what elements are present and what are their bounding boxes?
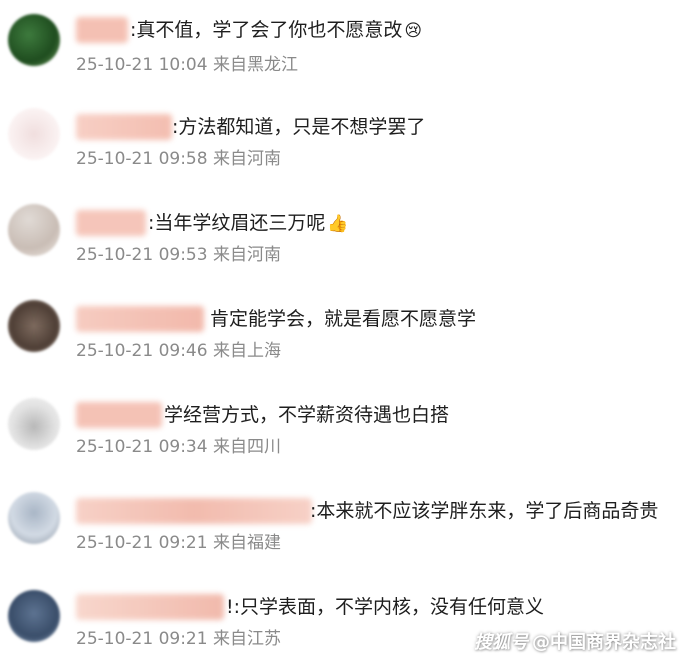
avatar[interactable] [8, 108, 60, 160]
comment-text-content: :方法都知道，只是不想学罢了 [172, 116, 426, 138]
avatar[interactable] [8, 300, 60, 352]
comment-text-content: 学经营方式，不学薪资待遇也白搭 [164, 404, 450, 426]
comment-item: :方法都知道，只是不想学罢了 25-10-21 09:58 来自河南 [0, 96, 690, 192]
comment-text: :方法都知道，只是不想学罢了 [172, 114, 425, 140]
comment-meta: 25-10-21 09:46 来自上海 [76, 341, 281, 361]
comment-item: 肯定能学会，就是看愿不愿意学 25-10-21 09:46 来自上海 [0, 288, 690, 384]
comment-item: :本来就不应该学胖东来，学了后商品奇贵 25-10-21 09:21 来自福建 [0, 480, 690, 576]
comment-meta: 25-10-21 09:21 来自江苏 [76, 629, 281, 649]
avatar[interactable] [8, 492, 60, 544]
comment-text: 学经营方式，不学薪资待遇也白搭 [164, 402, 449, 428]
username-blurred[interactable] [76, 210, 146, 236]
avatar[interactable] [8, 590, 60, 642]
watermark-brand: 搜狐号 [474, 632, 528, 653]
comment-text: :当年学纹眉还三万呢 👍 [148, 210, 349, 237]
crying-emoji-icon: 😢 [404, 21, 423, 41]
avatar[interactable] [8, 204, 60, 256]
username-blurred[interactable] [76, 306, 204, 332]
comment-meta: 25-10-21 09:53 来自河南 [76, 245, 281, 265]
comment-meta: 25-10-21 10:04 来自黑龙江 [76, 55, 298, 75]
comment-meta: 25-10-21 09:21 来自福建 [76, 533, 281, 553]
comment-text: 肯定能学会，就是看愿不愿意学 [210, 306, 476, 332]
comment-text: :真不值，学了会了你也不愿意改 😢 [130, 17, 422, 44]
watermark-account: @中国商界杂志社 [532, 632, 676, 653]
comment-meta: 25-10-21 09:34 来自四川 [76, 437, 281, 457]
username-blurred[interactable] [76, 17, 128, 43]
thumbs-up-emoji-icon: 👍 [327, 214, 349, 234]
username-blurred[interactable] [76, 594, 224, 620]
username-blurred[interactable] [76, 114, 172, 140]
comment-item: !:只学表面，不学内核，没有任何意义 25-10-21 09:21 来自江苏 [0, 576, 690, 672]
avatar[interactable] [8, 398, 60, 450]
comment-text-content: :当年学纹眉还三万呢 [148, 212, 326, 234]
comment-text-content: :真不值，学了会了你也不愿意改 [130, 19, 403, 41]
username-blurred[interactable] [76, 402, 162, 428]
comment-text: !:只学表面，不学内核，没有任何意义 [226, 594, 544, 620]
comment-meta: 25-10-21 09:58 来自河南 [76, 149, 281, 169]
comment-text-content: 肯定能学会，就是看愿不愿意学 [210, 308, 477, 330]
comment-text: :本来就不应该学胖东来，学了后商品奇贵 [310, 498, 658, 524]
comment-text-content: :本来就不应该学胖东来，学了后商品奇贵 [310, 500, 659, 522]
comment-item: :当年学纹眉还三万呢 👍 25-10-21 09:53 来自河南 [0, 192, 690, 288]
comment-text-content: !:只学表面，不学内核，没有任何意义 [226, 596, 545, 618]
username-blurred[interactable] [76, 498, 312, 524]
avatar[interactable] [8, 14, 60, 66]
comment-item: :真不值，学了会了你也不愿意改 😢 25-10-21 10:04 来自黑龙江 [0, 0, 690, 96]
comment-item: 学经营方式，不学薪资待遇也白搭 25-10-21 09:34 来自四川 [0, 384, 690, 480]
watermark: 搜狐号 @中国商界杂志社 [474, 628, 676, 654]
